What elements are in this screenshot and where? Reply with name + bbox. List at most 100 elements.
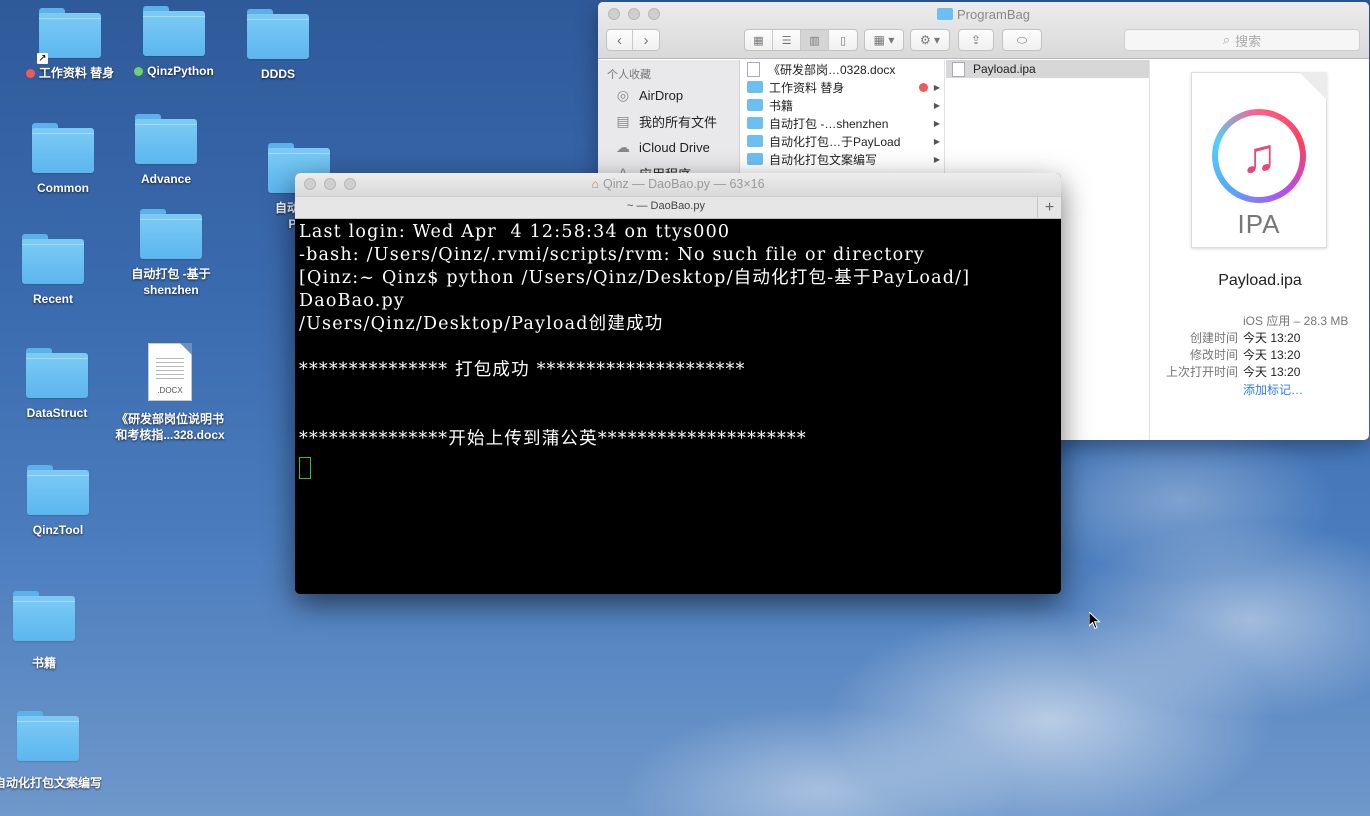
- finder-toolbar: ProgramBag ‹ › ▦ ☰ ▥ ▯ ▦ ▾ ⚙ ▾ ⇪ ⬭ ⌕ 搜索: [598, 2, 1369, 59]
- chevron-right-icon: ▶: [933, 100, 940, 110]
- icon-view-button[interactable]: ▦: [745, 30, 773, 50]
- terminal-line: /Users/Qinz/Desktop/Payload创建成功: [299, 314, 664, 334]
- search-icon: ⌕: [1222, 32, 1231, 47]
- folder-icon: [937, 8, 953, 20]
- terminal-titlebar: ⌂ Qinz — DaoBao.py — 63×16: [295, 173, 1061, 196]
- folder-icon: [747, 81, 763, 93]
- terminal-line: DaoBao.py: [299, 291, 405, 311]
- search-input[interactable]: ⌕ 搜索: [1124, 29, 1360, 51]
- desktop-icon-common[interactable]: Common: [8, 123, 118, 196]
- folder-icon: [32, 123, 94, 173]
- desktop-icon-label: Advance: [140, 172, 192, 186]
- arrange-button[interactable]: ▦ ▾: [864, 29, 904, 51]
- preview-file-name: Payload.ipa: [1218, 272, 1302, 289]
- desktop-icon-datastruct[interactable]: DataStruct: [2, 348, 112, 421]
- new-tab-button[interactable]: +: [1037, 197, 1061, 219]
- action-button[interactable]: ⚙ ▾: [910, 29, 950, 51]
- list-item[interactable]: Payload.ipa: [946, 60, 1149, 78]
- add-tags-link[interactable]: 添加标记…: [1243, 381, 1303, 398]
- share-icon: ⇪: [970, 33, 982, 47]
- desktop-icon-label: Recent: [32, 292, 73, 306]
- folder-icon: [247, 9, 309, 59]
- list-item[interactable]: 自动化打包…于PayLoad ▶: [741, 132, 944, 150]
- column-view-button[interactable]: ▥: [801, 30, 829, 50]
- airdrop-icon: ◎: [616, 86, 630, 103]
- folder-icon: [140, 209, 202, 259]
- sidebar-item-icloud-drive[interactable]: ☁ iCloud Drive: [598, 134, 739, 160]
- back-button[interactable]: ‹: [607, 30, 634, 50]
- sidebar-section-favorites: 个人收藏: [607, 69, 651, 81]
- finder-preview-pane: ♫ IPA Payload.ipa iOS 应用 – 28.3 MB 创建时间 …: [1151, 60, 1369, 440]
- folder-icon: [747, 135, 763, 147]
- desktop-icon-qinzpython[interactable]: QinzPython: [119, 6, 229, 79]
- view-mode-control: ▦ ☰ ▥ ▯: [744, 29, 858, 51]
- plus-icon: +: [1044, 199, 1055, 216]
- list-item[interactable]: 《研发部岗…0328.docx: [741, 60, 944, 78]
- desktop-icon-docx[interactable]: .DOCX 《研发部岗位说明书 和考核指...328.docx: [115, 343, 225, 443]
- arrange-icon: ▦ ▾: [873, 33, 895, 47]
- folder-icon: [747, 99, 763, 111]
- list-item[interactable]: 自动化打包文案编写 ▶: [741, 150, 944, 168]
- forward-button[interactable]: ›: [633, 30, 659, 50]
- red-tag-icon: [919, 82, 928, 92]
- folder-icon: [747, 153, 763, 165]
- cloud-icon: ☁: [616, 138, 630, 155]
- list-view-button[interactable]: ☰: [773, 30, 801, 50]
- list-item[interactable]: 书籍 ▶: [741, 96, 944, 114]
- desktop-icon-label: 书籍: [31, 656, 56, 670]
- gear-icon: ⚙ ▾: [919, 33, 941, 47]
- desktop-icon-label: DDDS: [260, 67, 295, 81]
- sidebar-item-airdrop[interactable]: ◎ AirDrop: [598, 82, 739, 108]
- terminal-line: -bash: /Users/Qinz/.rvmi/scripts/rvm: No…: [299, 245, 925, 265]
- music-note-icon: ♫: [1212, 109, 1306, 203]
- window-title: ProgramBag: [957, 7, 1030, 22]
- desktop-icon-auto-shenzhen[interactable]: 自动打包 -基于 shenzhen: [116, 209, 226, 298]
- desktop-icon-label: DataStruct: [26, 406, 88, 420]
- folder-icon: [747, 117, 763, 129]
- list-item[interactable]: 工作资料 替身 ▶: [741, 78, 944, 96]
- ipa-file-icon: [952, 61, 965, 77]
- desktop-icon-ddds[interactable]: DDDS: [223, 9, 333, 82]
- terminal-tab-bar: ~ — DaoBao.py +: [295, 196, 1061, 219]
- terminal-line: Last login: Wed Apr 4 12:58:34 on ttys00…: [299, 222, 731, 242]
- folder-icon: [13, 591, 75, 641]
- desktop-icon-label: 工作资料 替身: [38, 66, 115, 80]
- desktop-icon-auto-copywriting[interactable]: 自动化打包文案编写: [0, 711, 103, 791]
- window-title: Qinz — DaoBao.py — 63×16: [603, 177, 765, 191]
- terminal-tab[interactable]: ~ — DaoBao.py: [295, 200, 1037, 212]
- terminal-line: [Qinz:~ Qinz$ python /Users/Qinz/Desktop…: [299, 268, 971, 288]
- desktop-icon-label: 自动化打包文案编写: [0, 776, 102, 790]
- desktop-icon-qinztool[interactable]: QinzTool: [3, 465, 113, 538]
- chevron-right-icon: ▶: [933, 118, 940, 128]
- desktop-icon-books[interactable]: 书籍: [0, 591, 99, 671]
- desktop-icon-label: Common: [37, 181, 89, 195]
- share-button[interactable]: ⇪: [958, 29, 994, 51]
- desktop-icon-recent[interactable]: Recent: [0, 234, 108, 307]
- desktop-icon-label-line2: 和考核指...328.docx: [115, 428, 225, 442]
- desktop-icon-advance[interactable]: Advance: [111, 114, 221, 187]
- green-tag-icon: [134, 67, 144, 76]
- home-icon: ⌂: [591, 177, 599, 191]
- terminal-output[interactable]: Last login: Wed Apr 4 12:58:34 on ttys00…: [299, 221, 1057, 594]
- desktop-icon-label: 《研发部岗位说明书: [115, 412, 224, 426]
- docx-file-icon: .DOCX: [148, 343, 192, 401]
- desktop-icon-work-alias[interactable]: ↗ 工作资料 替身: [15, 8, 125, 81]
- desktop-icon-label: QinzPython: [147, 64, 214, 78]
- folder-icon: [135, 114, 197, 164]
- folder-icon: ↗: [37, 8, 101, 64]
- red-tag-icon: [25, 69, 35, 78]
- terminal-line: ***************开始上传到蒲公英*****************…: [299, 429, 807, 449]
- tags-button[interactable]: ⬭: [1002, 29, 1042, 51]
- folder-icon: [22, 234, 84, 284]
- folder-icon: [27, 465, 89, 515]
- chevron-right-icon: ▶: [933, 154, 940, 164]
- cover-flow-button[interactable]: ▯: [829, 30, 857, 50]
- list-item[interactable]: 自动打包 -…shenzhen ▶: [741, 114, 944, 132]
- terminal-window: ⌂ Qinz — DaoBao.py — 63×16 ~ — DaoBao.py …: [295, 173, 1061, 594]
- sidebar-item-all-files[interactable]: ▤ 我的所有文件: [598, 108, 739, 134]
- folder-icon: [26, 348, 88, 398]
- ipa-file-icon: ♫ IPA: [1191, 72, 1327, 248]
